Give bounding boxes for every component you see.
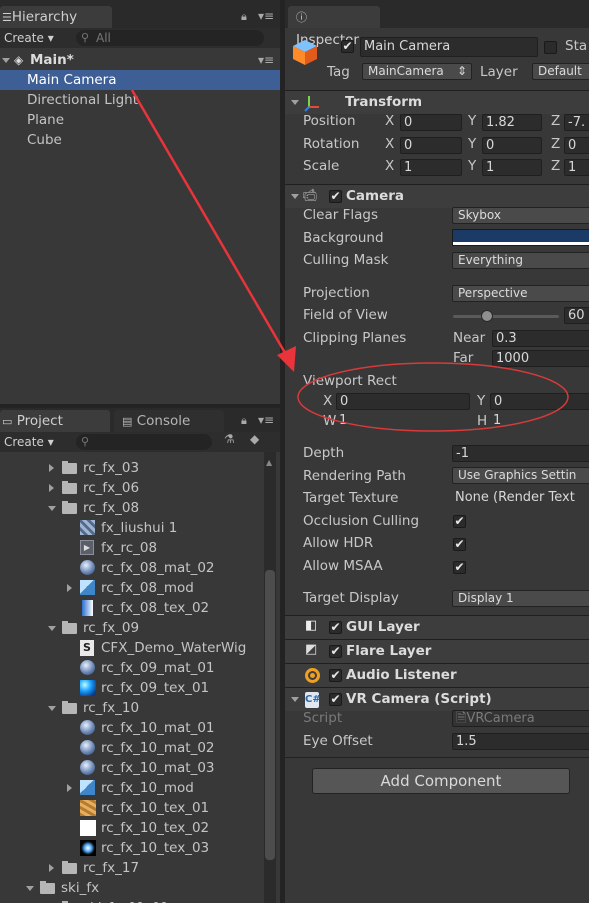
annotation-arrow-line [130,89,290,359]
annotation-ellipse [297,362,569,432]
annotation-arrowhead [277,346,296,372]
annotation-overlay [130,89,569,432]
